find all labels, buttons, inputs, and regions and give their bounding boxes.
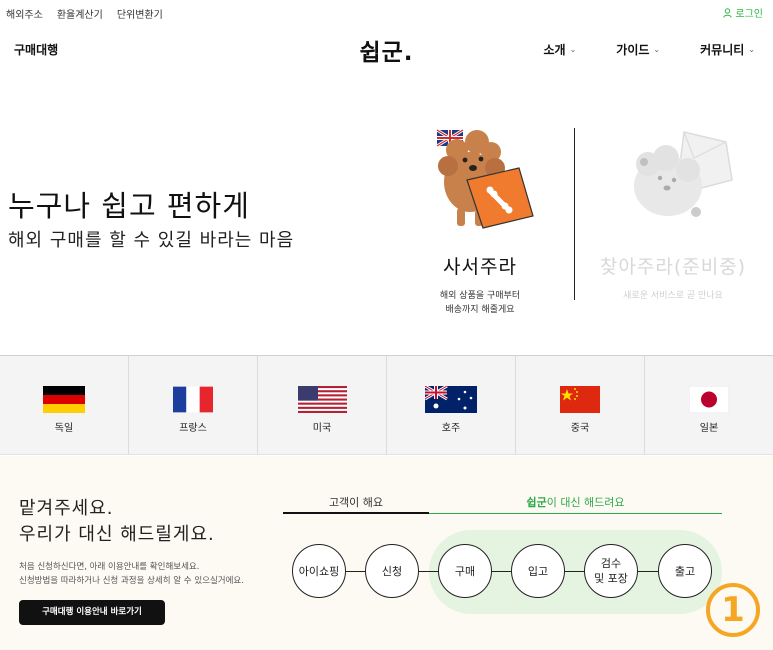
japan-flag-icon (689, 386, 729, 413)
hero-subtitle: 해외 구매를 할 수 있길 바라는 마음 (8, 230, 295, 251)
step-shipping: 출고 (658, 544, 712, 598)
nav-guide-label: 가이드 (616, 43, 650, 57)
process-title-line: 맡겨주세요. (19, 498, 114, 519)
step-window-shopping: 아이쇼핑 (292, 544, 346, 598)
nav-guide[interactable]: 가이드 ⌄ (616, 41, 660, 58)
guide-button[interactable]: 구매대행 이용안내 바로가기 (19, 600, 165, 625)
dog-with-box-illustration (634, 131, 733, 217)
tab-we-do-label: 이 대신 해드려요 (546, 496, 625, 509)
country-france[interactable]: 프랑스 (129, 356, 258, 454)
step-purchase: 구매 (438, 544, 492, 598)
step-apply: 신청 (365, 544, 419, 598)
service-description-line: 배송까지 해줄게요 (445, 305, 515, 315)
usa-flag-icon (297, 386, 347, 413)
nav-community[interactable]: 커뮤니티 ⌄ (700, 41, 755, 58)
country-name: 독일 (54, 423, 74, 434)
user-icon (723, 7, 733, 18)
chevron-down-icon: ⌄ (569, 45, 577, 54)
country-australia[interactable]: 호주 (387, 356, 516, 454)
service-name: 찾아주라(준비중) (599, 256, 747, 278)
steps-connector (300, 571, 700, 572)
dog-with-pillow-illustration (436, 128, 534, 229)
country-usa[interactable]: 미국 (258, 356, 387, 454)
main-nav: 소개 ⌄ 가이드 ⌄ 커뮤니티 ⌄ (544, 41, 756, 58)
process-description: 처음 신청하신다면, 아래 이용안내를 확인해보세요. 신청방법을 따라하거나 … (19, 560, 244, 588)
service-divider (574, 128, 575, 300)
process-description-line: 신청방법을 따라하거나 신청 과정을 상세히 알 수 있으실거에요. (19, 576, 244, 586)
country-japan[interactable]: 일본 (645, 356, 773, 454)
service-description-line: 해외 상품을 구매부터 (439, 291, 521, 301)
service-description: 새로운 서비스로 곧 만나요 (588, 289, 758, 303)
utility-links: 해외주소 환율계산기 단위변환기 (6, 6, 163, 21)
nav-about-label: 소개 (543, 43, 566, 57)
step-inspection-packing: 검수 및 포장 (584, 544, 638, 598)
country-name: 호주 (441, 423, 461, 434)
utility-bar: 해외주소 환율계산기 단위변환기 로그인 (0, 0, 773, 24)
service-find-for-me[interactable]: 찾아주라(준비중) 새로운 서비스로 곧 만나요 (588, 124, 758, 303)
country-name: 중국 (570, 423, 590, 434)
country-selector: 독일 프랑스 미국 호주 중국 일본 (0, 355, 773, 455)
service-name: 사서주라 (443, 256, 517, 278)
service-description: 해외 상품을 구매부터 배송까지 해줄게요 (395, 289, 565, 317)
service-buy-for-me[interactable]: 사서주라 해외 상품을 구매부터 배송까지 해줄게요 (395, 124, 565, 317)
country-germany[interactable]: 독일 (0, 356, 129, 454)
nav-community-label: 커뮤니티 (700, 43, 745, 57)
main-header: 구매대행 쉽군. 소개 ⌄ 가이드 ⌄ 커뮤니티 ⌄ (0, 28, 773, 72)
country-name: 프랑스 (179, 423, 207, 434)
australia-flag-icon (425, 386, 477, 413)
process-title-line: 우리가 대신 해드릴게요. (19, 524, 215, 545)
login-label: 로그인 (735, 9, 763, 20)
step-warehousing: 입고 (511, 544, 565, 598)
country-china[interactable]: 중국 (516, 356, 645, 454)
country-name: 일본 (699, 423, 719, 434)
unit-converter-link[interactable]: 단위변환기 (117, 6, 163, 21)
france-flag-icon (173, 386, 213, 413)
annotation-badge: 1 (706, 583, 760, 637)
germany-flag-icon (43, 386, 85, 413)
login-link[interactable]: 로그인 (723, 5, 763, 20)
hero-title: 누구나 쉽고 편하게 (8, 189, 250, 223)
process-description-line: 처음 신청하신다면, 아래 이용안내를 확인해보세요. (19, 562, 200, 572)
nav-about[interactable]: 소개 ⌄ (544, 41, 577, 58)
country-name: 미국 (312, 423, 332, 434)
chevron-down-icon: ⌄ (748, 45, 755, 54)
overseas-address-link[interactable]: 해외주소 (6, 6, 43, 21)
china-flag-icon (560, 386, 600, 413)
tab-we-do[interactable]: 쉽군이 대신 해드려요 (429, 494, 722, 514)
process-title: 맡겨주세요. 우리가 대신 해드릴게요. (19, 496, 215, 548)
chevron-down-icon: ⌄ (653, 45, 661, 54)
tab-we-do-brand: 쉽군 (526, 496, 547, 509)
process-section: 맡겨주세요. 우리가 대신 해드릴게요. 처음 신청하신다면, 아래 이용안내를… (0, 456, 773, 650)
exchange-calculator-link[interactable]: 환율계산기 (57, 6, 103, 21)
tab-customer[interactable]: 고객이 해요 (283, 494, 429, 514)
service-description-line: 새로운 서비스로 곧 만나요 (623, 291, 723, 301)
